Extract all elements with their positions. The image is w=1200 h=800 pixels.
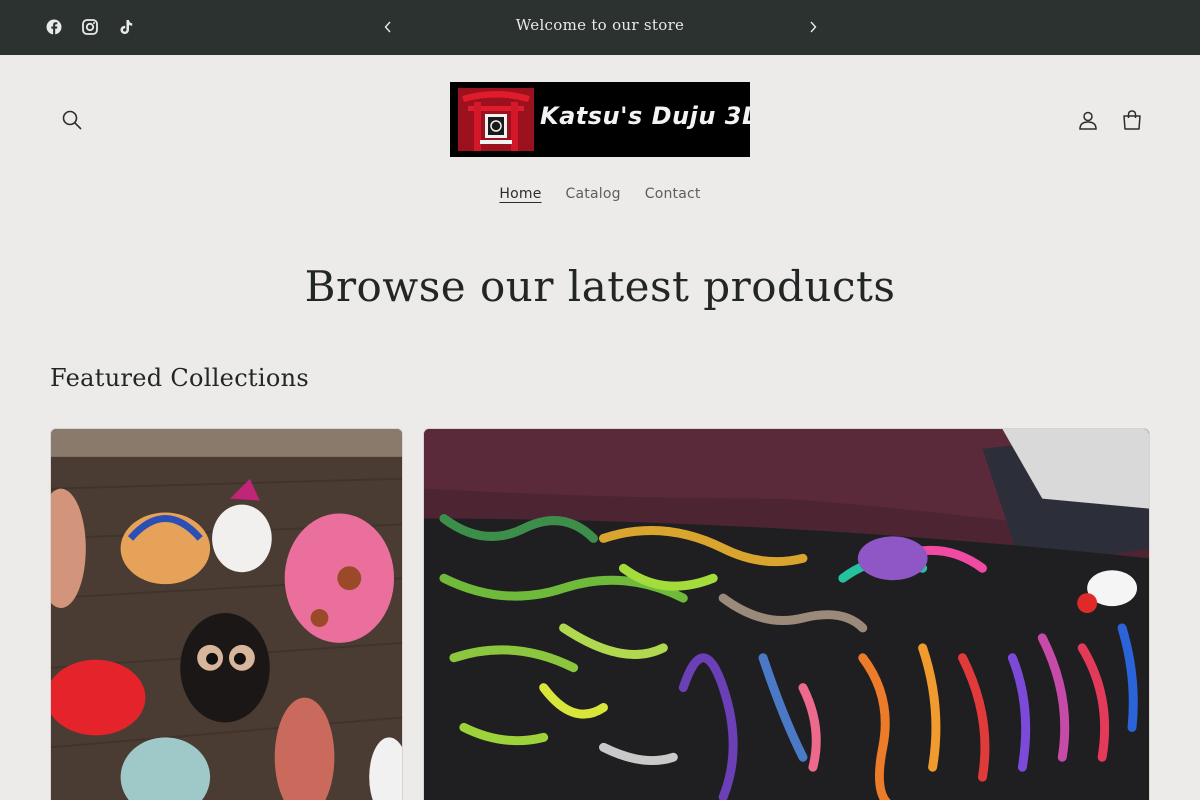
nav-catalog-link[interactable]: Catalog (554, 186, 633, 202)
logo-text: Katsu's Duju 3D (540, 102, 750, 130)
chevron-left-icon[interactable] (376, 15, 400, 39)
main-nav: Home Catalog Contact (0, 186, 1200, 202)
collection-image (51, 429, 402, 800)
nav-contact-link[interactable]: Contact (633, 186, 713, 202)
collection-card[interactable] (423, 428, 1150, 800)
collection-card[interactable] (50, 428, 403, 800)
facebook-icon[interactable] (40, 14, 68, 40)
nav-home-link[interactable]: Home (487, 186, 553, 202)
social-links (40, 14, 140, 40)
collection-image (424, 429, 1149, 800)
featured-collections-heading: Featured Collections (50, 364, 309, 392)
account-icon[interactable] (1072, 104, 1104, 136)
tiktok-icon[interactable] (112, 14, 140, 40)
announcement-text: Welcome to our store (515, 16, 685, 34)
cart-icon[interactable] (1116, 104, 1148, 136)
page-title: Browse our latest products (304, 262, 896, 311)
search-icon[interactable] (56, 104, 88, 136)
chevron-right-icon[interactable] (801, 15, 825, 39)
announcement-bar: Welcome to our store (0, 0, 1200, 55)
store-logo[interactable]: Katsu's Duju 3D (450, 82, 750, 157)
instagram-icon[interactable] (76, 14, 104, 40)
